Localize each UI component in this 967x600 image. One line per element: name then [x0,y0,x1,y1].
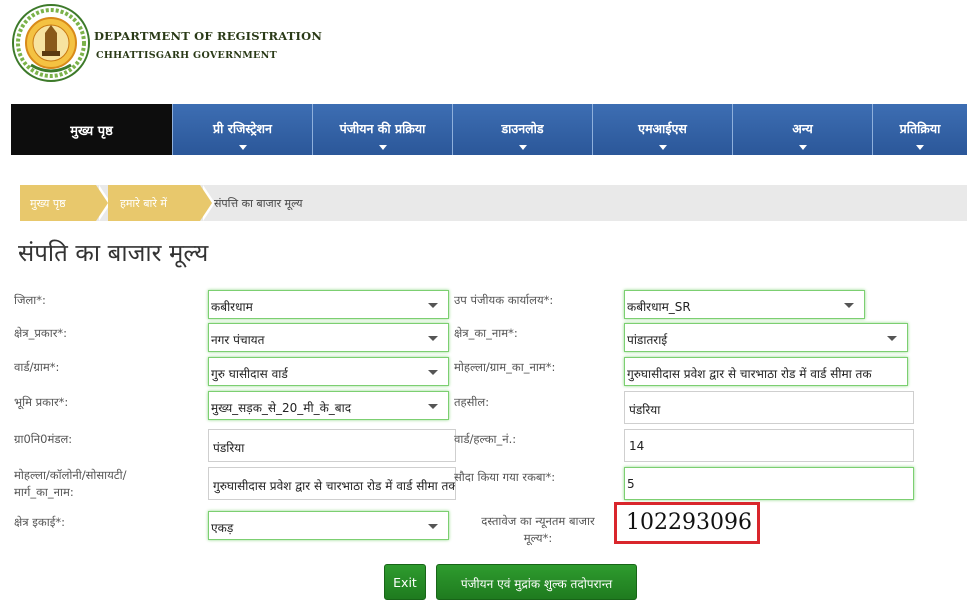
chevron-down-icon [428,303,438,308]
street-input[interactable]: गुरुघासीदास प्रवेश द्वार से चारभाठा रोड … [208,467,456,500]
deal-area-input[interactable]: 5 [624,467,914,500]
breadcrumb-about[interactable]: हमारे बारे में [108,185,200,221]
min-market-value-display: 102293096 [614,502,760,544]
chevron-down-icon [428,404,438,409]
exit-button[interactable]: Exit [384,564,426,600]
ward-select[interactable]: गुरु घासीदास वार्ड [208,357,449,386]
department-subtitle: CHHATTISGARH GOVERNMENT [96,50,277,61]
breadcrumb-home[interactable]: मुख्य पृष्ठ [20,185,96,221]
department-title: DEPARTMENT OF REGISTRATION [94,29,323,43]
district-select[interactable]: कबीरधाम [208,290,449,319]
caret-down-icon [798,145,807,150]
min-value-label-line-2: मूल्य*: [523,531,553,545]
tehsil-input[interactable]: पंडरिया [624,391,914,424]
nav-item-registration-process[interactable]: पंजीयन की प्रक्रिया [312,104,452,155]
nav-item-label: मुख्य पृष्ठ [70,124,113,139]
site-header: DEPARTMENT OF REGISTRATION CHHATTISGARH … [0,0,967,100]
chhattisgarh-emblem-logo[interactable] [11,3,91,83]
ward-halka-label: वार्ड/हल्का_नं.: [454,432,517,446]
tehsil-value: पंडरिया [629,403,661,417]
mohalla-select[interactable]: गुरुघासीदास प्रवेश द्वार से चारभाठा रोड … [624,357,908,386]
ward-value: गुरु घासीदास वार्ड [211,367,288,381]
land-type-value: मुख्य_सड़क_से_20_मी_के_बाद [211,401,352,415]
district-label: जिला*: [14,293,46,307]
nav-item-mis[interactable]: एमआईएस [592,104,732,155]
village-label: ग्रा0नि0मंडल: [14,432,73,446]
sub-registrar-value: कबीरधाम_SR [627,300,691,314]
nav-item-label: डाउनलोड [501,121,544,136]
nav-item-label: एमआईएस [638,121,687,136]
caret-down-icon [378,145,387,150]
nav-item-home[interactable]: मुख्य पृष्ठ [11,104,172,155]
chevron-down-icon [428,370,438,375]
ward-halka-input[interactable]: 14 [624,429,914,462]
sub-registrar-label: उप पंजीयक कार्यालय*: [454,293,554,307]
deal-area-value: 5 [627,477,635,491]
nav-item-label: प्रतिक्रिया [899,121,941,136]
village-value: पंडरिया [213,441,245,455]
land-type-label: भूमि प्रकार*: [14,395,69,409]
area-type-select[interactable]: नगर पंचायत [208,323,449,352]
area-name-value: पांडातराई [627,333,668,347]
area-name-select[interactable]: पांडातराई [624,323,908,352]
nav-item-pre-registration[interactable]: प्री रजिस्ट्रेशन [172,104,312,155]
ward-label: वार्ड/ग्राम*: [14,360,60,374]
breadcrumb: मुख्य पृष्ठ हमारे बारे में संपत्ति का बा… [20,185,967,221]
mohalla-value: गुरुघासीदास प्रवेश द्वार से चारभाठा रोड … [627,367,872,381]
main-nav: मुख्य पृष्ठ प्री रजिस्ट्रेशन पंजीयन की प… [11,104,967,155]
caret-down-icon [658,145,667,150]
chevron-down-icon [428,336,438,341]
registration-stamp-fee-button[interactable]: पंजीयन एवं मुद्रांक शुल्क तदोपरान्त [436,564,637,600]
district-value: कबीरधाम [211,300,253,314]
breadcrumb-arrow [200,185,212,221]
chevron-down-icon [844,303,854,308]
street-value: गुरुघासीदास प्रवेश द्वार से चारभाठा रोड … [213,479,456,493]
land-type-select[interactable]: मुख्य_सड़क_से_20_मी_के_बाद [208,391,449,420]
breadcrumb-arrow [96,185,108,221]
nav-item-feedback[interactable]: प्रतिक्रिया [872,104,967,155]
area-type-value: नगर पंचायत [211,333,265,347]
nav-item-other[interactable]: अन्य [732,104,872,155]
caret-down-icon [916,145,924,150]
unit-select[interactable]: एकड़ [208,511,449,540]
tehsil-label: तहसील: [454,395,490,409]
nav-item-download[interactable]: डाउनलोड [452,104,592,155]
area-name-label: क्षेत्र_का_नाम*: [454,326,518,340]
chevron-down-icon [428,524,438,529]
nav-item-label: अन्य [792,121,813,136]
min-value-label: दस्तावेज का न्यूनतम बाजार मूल्य*: [466,513,610,547]
village-input[interactable]: पंडरिया [208,429,456,462]
chevron-down-icon [887,336,897,341]
mohalla-label: मोहल्ला/ग्राम_का_नाम*: [454,360,556,374]
street-label-line-2: मार्ग_का_नाम: [14,485,74,499]
nav-item-label: प्री रजिस्ट्रेशन [213,121,272,136]
deal-area-label: सौदा किया गया रकबा*: [454,470,556,484]
sub-registrar-select[interactable]: कबीरधाम_SR [624,290,865,319]
caret-down-icon [238,145,247,150]
ward-halka-value: 14 [629,439,645,453]
unit-label: क्षेत्र इकाई*: [14,515,65,529]
min-value-label-line-1: दस्तावेज का न्यूनतम बाजार [481,514,595,528]
street-label-line-1: मोहल्ला/कॉलोनी/सोसायटी/ [14,468,127,482]
area-type-label: क्षेत्र_प्रकार*: [14,326,68,340]
page-title: संपति का बाजार मूल्य [18,239,209,267]
breadcrumb-current: संपत्ति का बाजार मूल्य [214,197,303,210]
caret-down-icon [518,145,527,150]
street-label: मोहल्ला/कॉलोनी/सोसायटी/ मार्ग_का_नाम: [14,467,126,501]
unit-value: एकड़ [211,521,234,535]
nav-item-label: पंजीयन की प्रक्रिया [339,121,426,136]
